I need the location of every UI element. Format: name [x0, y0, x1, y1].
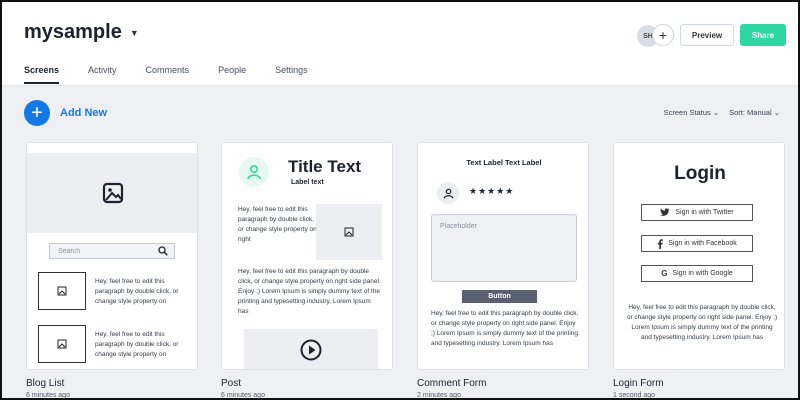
twitter-label: Sign in with Twitter	[675, 209, 734, 216]
comment-body-text: Hey, feel free to edit this paragraph by…	[431, 310, 579, 347]
list-item-text: Hey, feel free to edit this paragraph by…	[95, 331, 179, 358]
tab-settings[interactable]: Settings	[275, 65, 308, 84]
image-icon	[102, 182, 124, 204]
play-icon	[300, 339, 322, 361]
list-item-thumbnail	[38, 272, 86, 310]
rating-stars[interactable]: ★★★★★	[469, 186, 514, 197]
project-name: mysample	[24, 21, 122, 43]
image-icon	[57, 339, 67, 349]
chevron-down-icon: ▼	[129, 27, 139, 38]
google-icon: G	[661, 269, 668, 278]
comment-label: Text Label Text Label	[466, 158, 542, 167]
screen-card-comment-form[interactable]: Text Label Text Label ★★★★★ Placeholder …	[417, 142, 589, 370]
screen-name[interactable]: Login Form	[613, 378, 664, 389]
post-image-placeholder	[316, 204, 382, 260]
add-collaborator-button[interactable]: +	[652, 24, 674, 46]
share-button[interactable]: Share	[740, 24, 786, 46]
post-title: Title Text	[288, 157, 362, 176]
tab-comments[interactable]: Comments	[146, 65, 190, 84]
google-label: Sign in with Google	[672, 270, 733, 277]
screen-timestamp: 2 minutes ago	[417, 392, 461, 399]
screen-name[interactable]: Post	[221, 378, 241, 389]
tab-screens[interactable]: Screens	[24, 65, 60, 84]
user-icon	[443, 188, 453, 198]
post-subtitle: Label text	[291, 179, 324, 186]
screen-timestamp: 1 second ago	[613, 392, 656, 399]
search-input[interactable]: Search	[49, 243, 175, 259]
commenter-avatar	[437, 182, 459, 204]
login-body-text: Hey, feel free to edit this paragraph by…	[626, 304, 778, 341]
plus-icon: +	[24, 100, 50, 126]
search-placeholder: Search	[58, 247, 81, 255]
screen-card-login-form[interactable]: Login Sign in with Twitter Sign in with …	[613, 142, 785, 370]
screen-timestamp: 6 minutes ago	[26, 392, 70, 399]
submit-button[interactable]: Button	[462, 290, 537, 303]
tab-people[interactable]: People	[218, 65, 246, 84]
hero-image-placeholder	[27, 153, 197, 233]
facebook-icon	[658, 238, 664, 249]
add-new-label: Add New	[60, 107, 108, 119]
screen-name[interactable]: Comment Form	[417, 378, 486, 389]
list-item-thumbnail	[38, 325, 86, 363]
facebook-signin-button[interactable]: Sign in with Facebook	[641, 235, 753, 252]
image-icon	[344, 227, 354, 237]
screen-card-post[interactable]: Title Text Label text Hey, feel free to …	[221, 142, 393, 370]
project-switcher[interactable]: mysample ▼	[24, 21, 139, 44]
post-body-text: Hey, feel free to edit this paragraph by…	[238, 268, 381, 315]
top-bar: mysample ▼ SH + Preview Share Screens Ac…	[2, 2, 798, 86]
search-icon	[158, 246, 168, 256]
add-new-button[interactable]: + Add New	[24, 100, 107, 126]
screen-card-blog-list[interactable]: Search Hey, feel free to edit this parag…	[26, 142, 198, 370]
video-placeholder[interactable]	[244, 329, 378, 369]
post-side-text: Hey, feel free to edit this paragraph by…	[238, 206, 317, 243]
user-avatar	[239, 157, 269, 187]
screen-name[interactable]: Blog List	[26, 378, 64, 389]
user-icon	[247, 164, 261, 180]
facebook-label: Sign in with Facebook	[668, 240, 737, 247]
twitter-icon	[660, 208, 670, 216]
screen-timestamp: 6 minutes ago	[221, 392, 265, 399]
login-title: Login	[674, 163, 726, 184]
tab-activity[interactable]: Activity	[88, 65, 117, 84]
screen-status-dropdown[interactable]: Screen Status ⌄	[664, 108, 719, 117]
image-icon	[57, 286, 67, 296]
sort-dropdown[interactable]: Sort: Manual ⌄	[729, 108, 780, 117]
comment-textarea[interactable]: Placeholder	[431, 214, 577, 282]
filters: Screen Status ⌄ Sort: Manual ⌄	[664, 108, 780, 117]
google-signin-button[interactable]: G Sign in with Google	[641, 265, 753, 282]
twitter-signin-button[interactable]: Sign in with Twitter	[641, 204, 753, 221]
list-item-text: Hey, feel free to edit this paragraph by…	[95, 278, 179, 305]
preview-button[interactable]: Preview	[680, 24, 734, 46]
textarea-placeholder: Placeholder	[440, 223, 477, 230]
tab-bar: Screens Activity Comments People Setting…	[24, 65, 337, 84]
